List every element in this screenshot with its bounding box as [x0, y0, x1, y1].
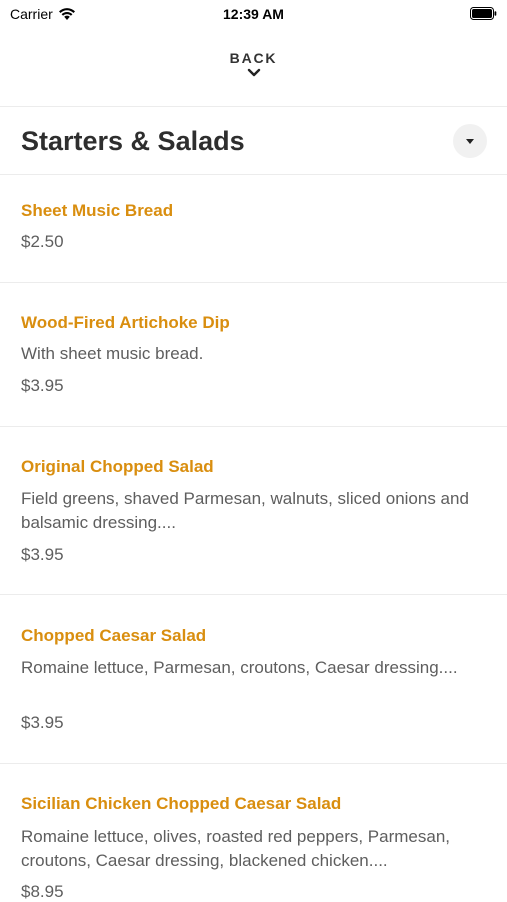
- chevron-down-icon: [247, 68, 260, 77]
- menu-item[interactable]: Wood-Fired Artichoke Dip With sheet musi…: [0, 283, 507, 426]
- back-label: BACK: [229, 50, 278, 66]
- item-price: $8.95: [21, 882, 64, 901]
- item-name: Wood-Fired Artichoke Dip: [21, 313, 230, 332]
- item-price: $2.50: [21, 232, 64, 251]
- divider: [0, 106, 507, 107]
- status-time: 12:39 AM: [223, 6, 284, 22]
- item-description: Field greens, shaved Parmesan, walnuts, …: [21, 489, 469, 532]
- item-price: $3.95: [21, 713, 64, 732]
- item-price: $3.95: [21, 545, 64, 564]
- menu-item[interactable]: Chopped Caesar Salad Romaine lettuce, Pa…: [0, 595, 507, 763]
- item-name: Sheet Music Bread: [21, 201, 174, 220]
- item-price: $3.95: [21, 376, 64, 395]
- item-description: Romaine lettuce, olives, roasted red pep…: [21, 827, 451, 870]
- item-name: Sicilian Chicken Chopped Caesar Salad: [21, 794, 342, 813]
- item-name: Chopped Caesar Salad: [21, 626, 207, 645]
- item-description: With sheet music bread.: [21, 344, 204, 363]
- section-header: Starters & Salads: [0, 108, 507, 174]
- item-description: Romaine lettuce, Parmesan, croutons, Cae…: [21, 658, 458, 677]
- menu-item[interactable]: Original Chopped Salad Field greens, sha…: [0, 427, 507, 594]
- battery-icon: [470, 7, 497, 20]
- status-bar: Carrier 12:39 AM: [0, 0, 507, 30]
- menu-item[interactable]: Sicilian Chicken Chopped Caesar Salad Ro…: [0, 764, 507, 901]
- item-name: Original Chopped Salad: [21, 457, 214, 476]
- caret-down-icon: [466, 138, 474, 144]
- menu-item[interactable]: Sheet Music Bread $2.50: [0, 175, 507, 282]
- section-title: Starters & Salads: [21, 126, 245, 156]
- section-collapse-button[interactable]: [453, 124, 487, 158]
- back-button[interactable]: BACK: [0, 44, 507, 106]
